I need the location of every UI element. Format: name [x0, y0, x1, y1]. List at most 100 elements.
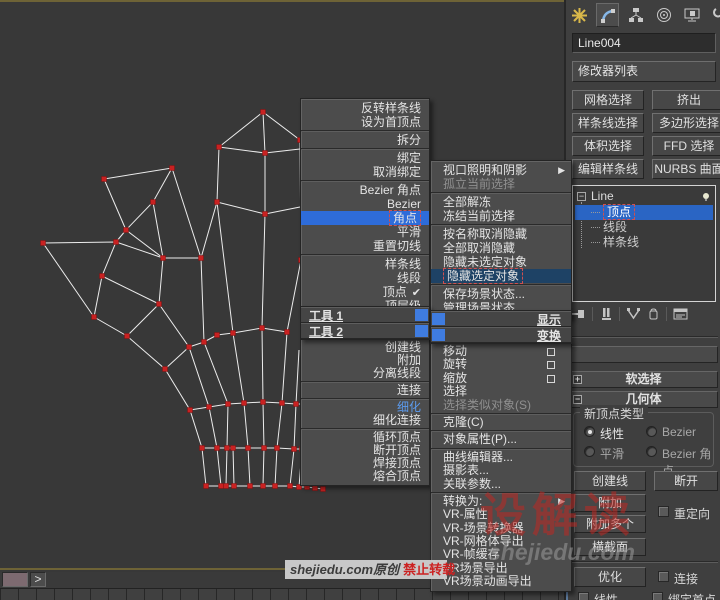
- spline-vertex[interactable]: [201, 339, 207, 345]
- radio-bezier[interactable]: [646, 426, 657, 437]
- quad-header[interactable]: 工具 2: [301, 323, 429, 339]
- radio-smooth[interactable]: [584, 446, 595, 457]
- cross-section-button[interactable]: 横截面: [574, 538, 646, 556]
- menu-item[interactable]: 全部解冻: [431, 195, 571, 209]
- menu-item[interactable]: 线段: [301, 271, 429, 285]
- spline-vertex[interactable]: [262, 150, 268, 156]
- spline-vertex[interactable]: [272, 483, 278, 489]
- spline-vertex[interactable]: [223, 483, 229, 489]
- spline-vertex[interactable]: [231, 483, 237, 489]
- menu-item[interactable]: 拆分: [301, 133, 429, 147]
- spline-vertex[interactable]: [247, 483, 253, 489]
- menu-item[interactable]: VR-网格体导出: [431, 534, 571, 548]
- spline-vertex[interactable]: [40, 240, 46, 246]
- menu-item[interactable]: 选择: [431, 384, 571, 398]
- menu-item[interactable]: 样条线: [301, 257, 429, 271]
- menu-item[interactable]: 隐藏选定对象: [431, 268, 571, 284]
- modifier-button[interactable]: NURBS 曲面: [652, 159, 720, 179]
- spline-vertex[interactable]: [160, 255, 166, 261]
- spline-vertex[interactable]: [214, 199, 220, 205]
- spline-vertex[interactable]: [214, 445, 220, 451]
- rollout-blank[interactable]: [569, 346, 718, 363]
- spline-vertex[interactable]: [260, 109, 266, 115]
- settings-box-icon[interactable]: [547, 361, 555, 370]
- radio-label[interactable]: 线性: [600, 425, 624, 442]
- menu-item[interactable]: Bezier: [301, 197, 429, 211]
- refine-button[interactable]: 优化: [574, 567, 646, 587]
- rollout-soft-selection[interactable]: + 软选择: [569, 371, 718, 388]
- spline-vertex[interactable]: [123, 227, 129, 233]
- tab-display[interactable]: [680, 3, 703, 27]
- menu-item[interactable]: 反转样条线: [301, 101, 429, 115]
- spline-vertex[interactable]: [169, 165, 175, 171]
- spline-vertex[interactable]: [241, 400, 247, 406]
- spline-vertex[interactable]: [274, 445, 280, 451]
- menu-item[interactable]: 重置切线: [301, 239, 429, 253]
- spline-vertex[interactable]: [218, 483, 224, 489]
- spline-vertex[interactable]: [186, 344, 192, 350]
- attach-multiple-button[interactable]: 附加多个: [574, 515, 646, 533]
- menu-item[interactable]: 按名称取消隐藏: [431, 227, 571, 241]
- maxscript-mini-listener[interactable]: [2, 572, 28, 587]
- modifier-button[interactable]: 体积选择: [572, 136, 644, 156]
- menu-item[interactable]: 转换为: ▶: [431, 494, 571, 508]
- spline-vertex[interactable]: [214, 332, 220, 338]
- quad-header[interactable]: 工具 1: [301, 307, 429, 323]
- tab-utilities[interactable]: [708, 3, 720, 27]
- menu-item[interactable]: 全部取消隐藏: [431, 241, 571, 255]
- modifier-button[interactable]: 样条线选择: [572, 113, 644, 133]
- spline-vertex[interactable]: [260, 483, 266, 489]
- modifier-button[interactable]: 挤出: [652, 90, 720, 110]
- modifier-button[interactable]: 编辑样条线: [572, 159, 644, 179]
- radio-label[interactable]: Bezier: [662, 425, 696, 439]
- spline-vertex[interactable]: [293, 401, 299, 407]
- spline-vertex[interactable]: [245, 445, 251, 451]
- spline-vertex[interactable]: [279, 400, 285, 406]
- radio-bezier-corner[interactable]: [646, 446, 657, 457]
- stack-item-vertex[interactable]: 顶点: [575, 204, 713, 220]
- spline-vertex[interactable]: [203, 483, 209, 489]
- spline-vertex[interactable]: [91, 314, 97, 320]
- radio-label[interactable]: 平滑: [600, 445, 624, 462]
- menu-item[interactable]: 平滑: [301, 225, 429, 239]
- menu-item[interactable]: 保存场景状态...: [431, 287, 571, 301]
- expand-icon[interactable]: +: [573, 375, 582, 384]
- tab-create[interactable]: [568, 3, 591, 27]
- reorient-checkbox[interactable]: [658, 506, 669, 517]
- spline-vertex[interactable]: [230, 445, 236, 451]
- menu-item[interactable]: 绑定: [301, 151, 429, 165]
- spline-vertex[interactable]: [216, 144, 222, 150]
- modifier-button[interactable]: 网格选择: [572, 90, 644, 110]
- modifier-button[interactable]: 多边形选择: [652, 113, 720, 133]
- spline-vertex[interactable]: [162, 366, 168, 372]
- menu-item[interactable]: 连接: [301, 384, 429, 397]
- bind-first-checkbox[interactable]: [652, 592, 663, 600]
- spline-vertex[interactable]: [99, 273, 105, 279]
- settings-box-icon[interactable]: [547, 348, 555, 356]
- radio-linear[interactable]: [584, 426, 595, 437]
- collapse-icon[interactable]: −: [577, 192, 586, 202]
- settings-box-icon[interactable]: [547, 374, 555, 383]
- tab-modify[interactable]: [596, 3, 619, 27]
- menu-item[interactable]: 细化连接: [301, 414, 429, 427]
- stack-item-spline[interactable]: 样条线: [575, 235, 713, 250]
- spline-vertex[interactable]: [206, 404, 212, 410]
- spline-vertex[interactable]: [156, 301, 162, 307]
- tab-motion[interactable]: [652, 3, 675, 27]
- modifier-list-dropdown[interactable]: 修改器列表: [572, 61, 716, 82]
- spline-vertex[interactable]: [260, 399, 266, 405]
- spline-vertex[interactable]: [291, 446, 297, 452]
- tab-hierarchy[interactable]: [624, 3, 647, 27]
- menu-item[interactable]: 缩放: [431, 371, 571, 385]
- menu-item[interactable]: 隐藏未选定对象: [431, 255, 571, 269]
- menu-item[interactable]: VR-属性: [431, 508, 571, 521]
- make-unique-icon[interactable]: [626, 307, 641, 321]
- spline-vertex[interactable]: [124, 333, 130, 339]
- spline-vertex[interactable]: [225, 401, 231, 407]
- menu-item[interactable]: 旋转: [431, 358, 571, 371]
- spline-vertex[interactable]: [287, 483, 293, 489]
- collapse-icon[interactable]: −: [573, 395, 582, 404]
- modifier-stack[interactable]: − Line 顶点 线段 样条线: [572, 185, 716, 302]
- spline-vertex[interactable]: [187, 407, 193, 413]
- spline-vertex[interactable]: [224, 445, 230, 451]
